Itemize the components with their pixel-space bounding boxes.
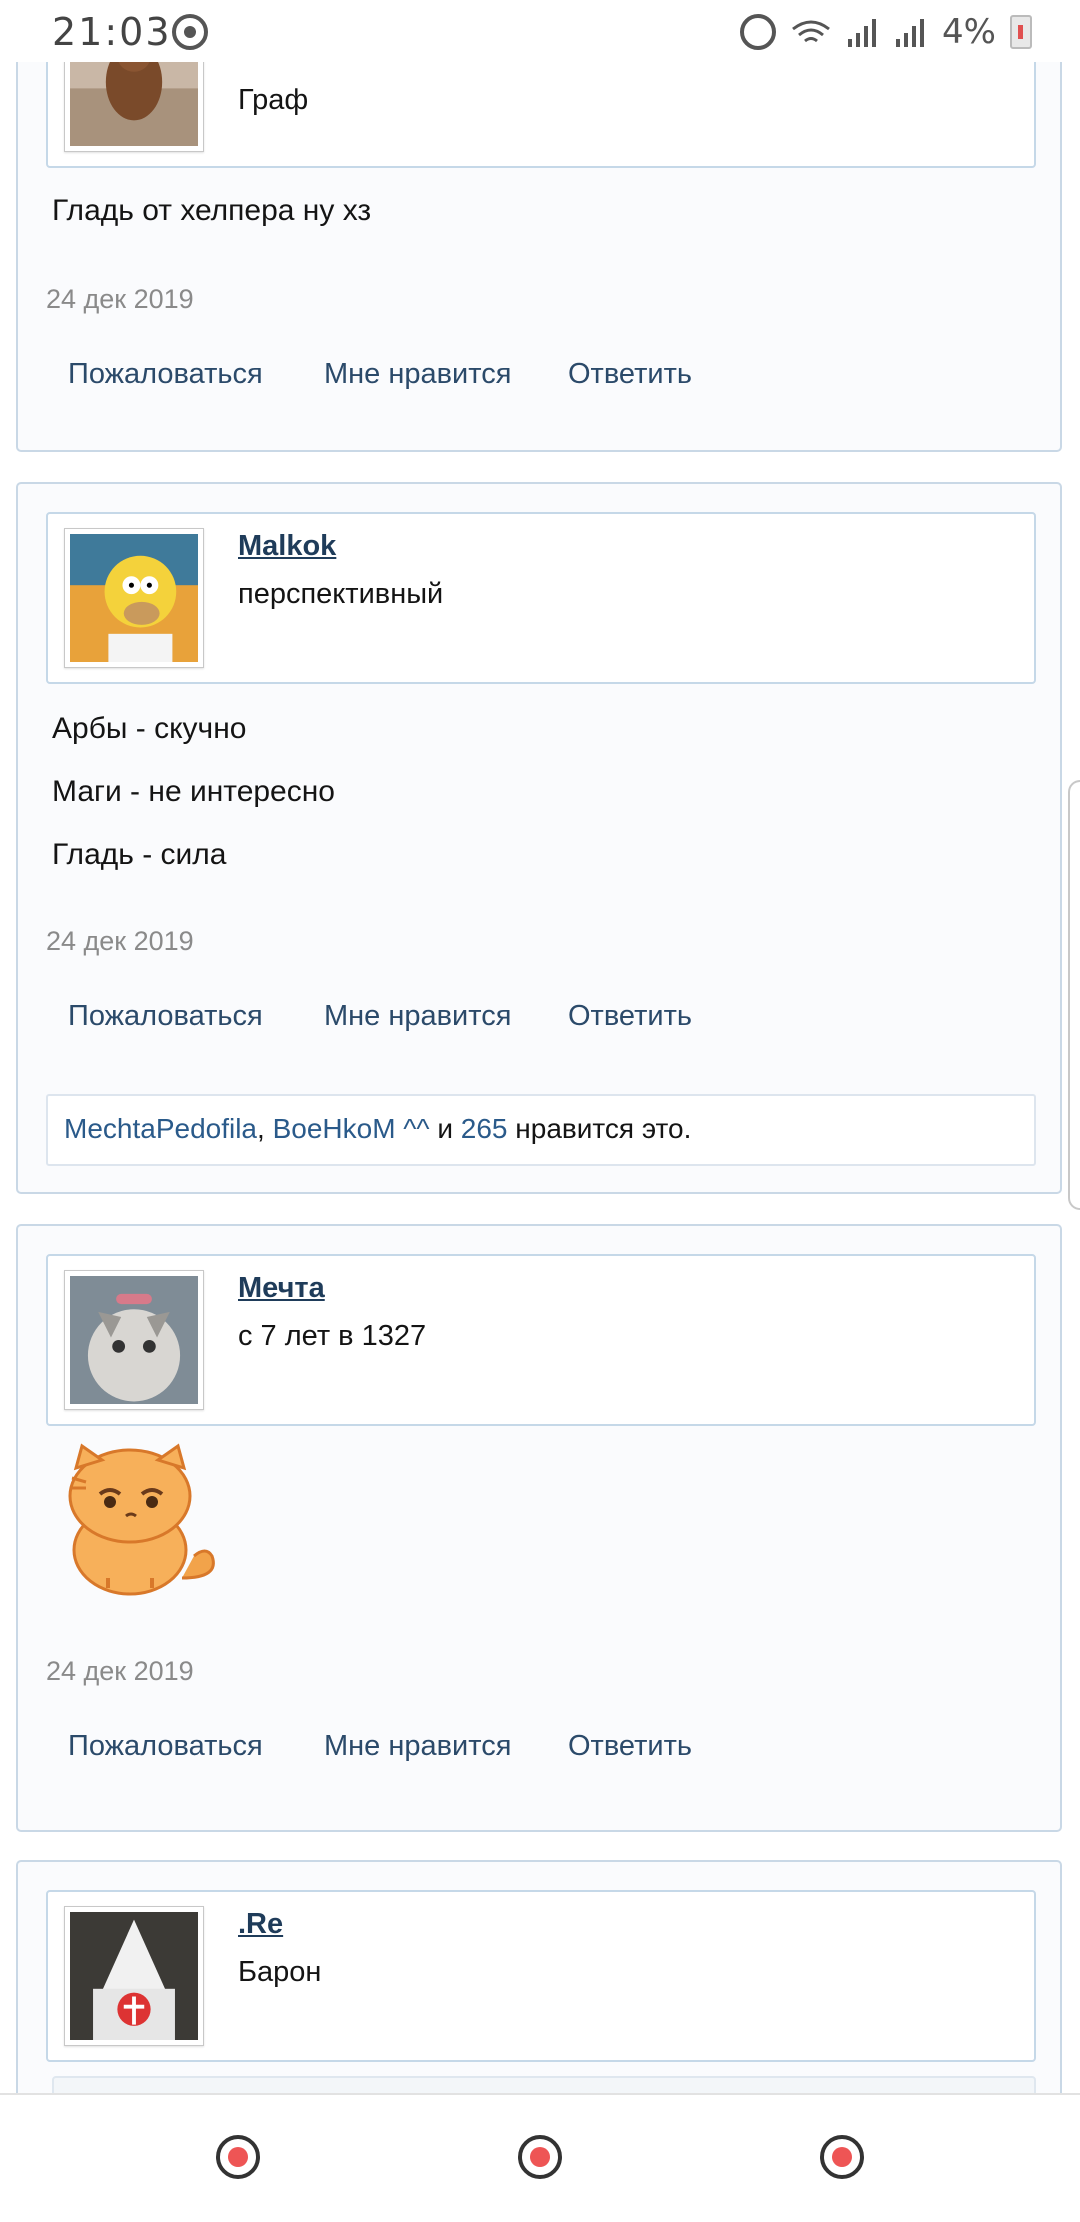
hooded-figure-avatar-icon [70, 1912, 198, 2040]
likes-count-link[interactable]: 265 [461, 1113, 508, 1144]
user-title: Барон [238, 1956, 322, 1988]
homer-avatar-icon [70, 534, 198, 662]
post: Граф Гладь от хелпера ну хз 24 дек 2019 … [16, 0, 1062, 452]
post-date[interactable]: 24 дек 2019 [46, 926, 194, 957]
avatar[interactable] [64, 1906, 204, 2046]
thread-content: Граф Гладь от хелпера ну хз 24 дек 2019 … [0, 0, 1080, 2093]
scrollbar[interactable] [1068, 780, 1080, 1210]
liker-link[interactable]: MechtaPedofila [64, 1113, 257, 1144]
battery-percent: 4% [942, 12, 996, 52]
post: Malkok перспективный Арбы - скучно Маги … [16, 482, 1062, 1194]
status-bar: 21:03 4% [0, 0, 1080, 62]
like-button[interactable]: Мне нравится [324, 1000, 511, 1033]
sad-orange-cat-sticker [52, 1438, 222, 1598]
user-title: с 7 лет в 1327 [238, 1320, 427, 1352]
report-button[interactable]: Пожаловаться [68, 358, 263, 391]
user-title: Граф [238, 84, 309, 116]
likes-summary: MechtaPedofila, BoeHkoM ^^ и 265 нравитс… [46, 1094, 1036, 1166]
likes-suffix: нравится это. [515, 1113, 692, 1144]
wifi-icon [790, 17, 832, 47]
battery-icon [1010, 15, 1032, 49]
signal-icon [846, 17, 880, 47]
quote-box [52, 2076, 1036, 2093]
likes-separator: , [257, 1113, 265, 1144]
post-date[interactable]: 24 дек 2019 [46, 1656, 194, 1687]
message-line: Гладь от хелпера ну хз [52, 194, 372, 227]
message-line: Маги - не интересно [52, 775, 335, 808]
message-line: Гладь - сила [52, 838, 227, 871]
sync-icon [172, 14, 208, 50]
signal-icon [894, 17, 928, 47]
reply-button[interactable]: Ответить [568, 358, 692, 391]
home-icon[interactable] [518, 2135, 562, 2179]
post-author-card: .Re Барон [46, 1890, 1036, 2062]
recent-apps-icon[interactable] [216, 2135, 260, 2179]
status-icons: 4% [740, 12, 1032, 52]
post: .Re Барон [16, 1860, 1062, 2093]
reply-button[interactable]: Ответить [568, 1730, 692, 1763]
liker-link[interactable]: BoeHkoM ^^ [273, 1113, 430, 1144]
post-date[interactable]: 24 дек 2019 [46, 284, 194, 315]
likes-and: и [437, 1113, 453, 1144]
like-button[interactable]: Мне нравится [324, 1730, 511, 1763]
like-button[interactable]: Мне нравится [324, 358, 511, 391]
message-line: Арбы - скучно [52, 712, 247, 745]
username-link[interactable]: .Re [238, 1908, 283, 1941]
reply-button[interactable]: Ответить [568, 1000, 692, 1033]
report-button[interactable]: Пожаловаться [68, 1000, 263, 1033]
post: Мечта с 7 лет в 1327 24 дек 2019 Пожалов… [16, 1224, 1062, 1832]
username-link[interactable]: Malkok [238, 530, 336, 563]
username-link[interactable]: Мечта [238, 1272, 325, 1305]
cat-photo-icon [70, 1276, 198, 1404]
status-time: 21:03 [52, 10, 172, 54]
avatar[interactable] [64, 1270, 204, 1410]
post-author-card: Мечта с 7 лет в 1327 [46, 1254, 1036, 1426]
post-author-card: Malkok перспективный [46, 512, 1036, 684]
avatar[interactable] [64, 528, 204, 668]
alarm-icon [740, 14, 777, 50]
navigation-bar [0, 2093, 1080, 2222]
report-button[interactable]: Пожаловаться [68, 1730, 263, 1763]
back-icon[interactable] [820, 2135, 864, 2179]
user-title: перспективный [238, 578, 444, 610]
